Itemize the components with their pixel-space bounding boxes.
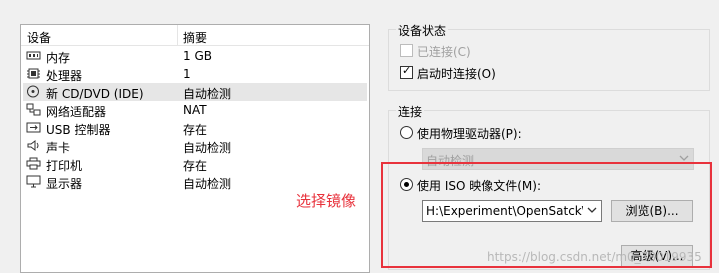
device-list: 设备 摘要 内存 1 GB 处理器 1 新 CD/DVD (IDE) 自动检测 bbox=[20, 24, 370, 273]
memory-icon bbox=[26, 51, 41, 60]
processor-icon bbox=[27, 68, 40, 79]
cd-dvd-icon bbox=[27, 85, 39, 98]
sound-card-icon bbox=[27, 140, 39, 151]
annotation-text: 选择镜像 bbox=[296, 192, 357, 210]
device-summary: 自动检测 bbox=[183, 141, 232, 155]
device-name: 新 CD/DVD (IDE) bbox=[46, 87, 144, 101]
device-row-network[interactable]: 网络适配器 NAT bbox=[23, 101, 367, 119]
connected-label: 已连接(C) bbox=[417, 45, 471, 59]
header-summary[interactable]: 摘要 bbox=[183, 29, 207, 46]
physical-drive-label: 使用物理驱动器(P): bbox=[417, 127, 522, 141]
device-summary: 1 GB bbox=[183, 49, 212, 63]
watermark-text: https://blog.csdn.net/m0_38019935 bbox=[487, 250, 702, 264]
device-name: 处理器 bbox=[46, 69, 83, 83]
connected-checkbox-box[interactable] bbox=[400, 44, 413, 57]
device-row-display[interactable]: 显示器 自动检测 bbox=[23, 173, 367, 191]
connect-at-power-on-label: 启动时连接(O) bbox=[417, 67, 496, 81]
device-row-sound[interactable]: 声卡 自动检测 bbox=[23, 137, 367, 155]
device-row-memory[interactable]: 内存 1 GB bbox=[23, 47, 367, 65]
device-status-group: 设备状态 已连接(C) ✓ 启动时连接(O) bbox=[388, 22, 710, 91]
device-name: 显示器 bbox=[46, 177, 83, 191]
printer-icon bbox=[26, 157, 41, 170]
checkmark-icon: ✓ bbox=[402, 64, 412, 77]
device-summary: 自动检测 bbox=[183, 177, 232, 191]
device-name: USB 控制器 bbox=[46, 123, 111, 137]
device-row-usb[interactable]: USB 控制器 存在 bbox=[23, 119, 367, 137]
device-status-title: 设备状态 bbox=[396, 22, 449, 39]
column-divider[interactable] bbox=[177, 25, 178, 45]
network-adapter-icon bbox=[26, 103, 41, 116]
physical-drive-radio[interactable]: 使用物理驱动器(P): bbox=[400, 125, 570, 141]
device-summary: 存在 bbox=[183, 123, 208, 137]
physical-drive-radio-button[interactable] bbox=[400, 126, 413, 139]
device-summary: 自动检测 bbox=[183, 87, 232, 101]
device-name: 内存 bbox=[46, 51, 71, 65]
connected-checkbox[interactable]: 已连接(C) bbox=[400, 43, 550, 59]
connect-at-power-on-checkbox[interactable]: ✓ 启动时连接(O) bbox=[400, 64, 550, 81]
device-name: 声卡 bbox=[46, 141, 71, 155]
device-row-printer[interactable]: 打印机 存在 bbox=[23, 155, 367, 173]
device-name: 打印机 bbox=[46, 159, 83, 173]
device-list-header: 设备 摘要 bbox=[21, 25, 369, 46]
device-name: 网络适配器 bbox=[46, 105, 107, 119]
connection-title: 连接 bbox=[396, 103, 425, 120]
header-device[interactable]: 设备 bbox=[27, 29, 51, 46]
device-row-processor[interactable]: 处理器 1 bbox=[23, 65, 367, 83]
usb-controller-icon bbox=[26, 122, 41, 133]
device-summary: 存在 bbox=[183, 159, 208, 173]
device-row-cd-dvd[interactable]: 新 CD/DVD (IDE) 自动检测 bbox=[23, 83, 367, 101]
device-summary: 1 bbox=[183, 67, 191, 81]
device-summary: NAT bbox=[183, 103, 207, 117]
display-icon bbox=[26, 175, 41, 188]
connect-at-power-on-checkbox-box[interactable]: ✓ bbox=[400, 64, 413, 79]
